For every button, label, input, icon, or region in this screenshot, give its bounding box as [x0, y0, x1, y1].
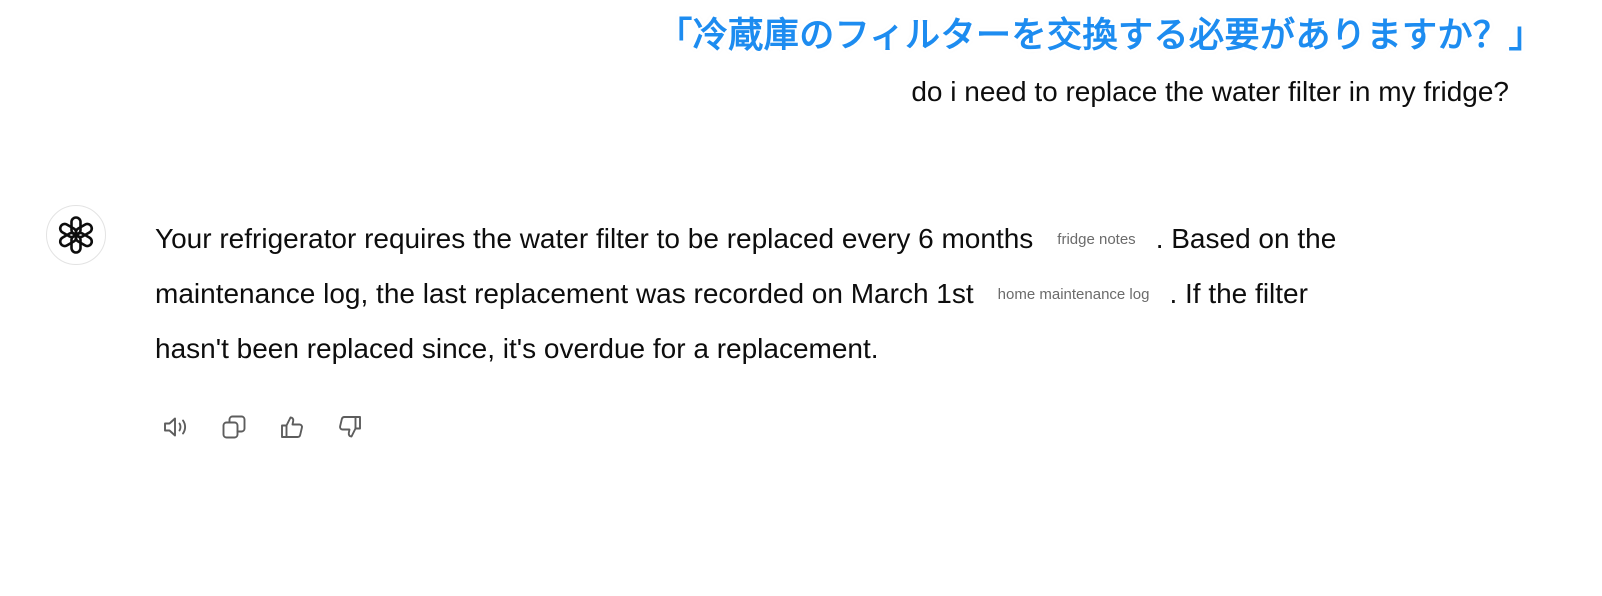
user-message: do i need to replace the water filter in…	[911, 76, 1509, 107]
response-line-3: hasn't been replaced since, it's overdue…	[155, 321, 1535, 376]
response-line-1: Your refrigerator requires the water fil…	[155, 211, 1535, 266]
assistant-avatar	[46, 205, 106, 265]
thumbs-up-icon	[281, 416, 303, 438]
message-actions	[158, 409, 368, 445]
copy-button[interactable]	[216, 409, 252, 445]
bad-response-button[interactable]	[332, 409, 368, 445]
copy-icon	[222, 415, 246, 439]
openai-logo-icon	[58, 216, 94, 254]
read-aloud-button[interactable]	[158, 409, 194, 445]
response-text: hasn't been replaced since, it's overdue…	[155, 333, 879, 364]
citation-fridge-notes[interactable]: fridge notes	[1047, 230, 1145, 250]
citation-home-maintenance-log[interactable]: home maintenance log	[988, 285, 1160, 305]
good-response-button[interactable]	[274, 409, 310, 445]
response-text: . Based on the	[1155, 223, 1337, 254]
assistant-response: Your refrigerator requires the water fil…	[155, 211, 1535, 376]
speaker-icon	[164, 417, 187, 437]
thumbs-down-icon	[339, 416, 361, 438]
translation-caption: 「冷蔵庫のフィルターを交換する必要がありますか？」	[657, 16, 1544, 56]
response-text: . If the filter	[1169, 278, 1308, 309]
response-line-2: maintenance log, the last replacement wa…	[155, 266, 1535, 321]
response-text: Your refrigerator requires the water fil…	[155, 223, 1034, 254]
response-text: maintenance log, the last replacement wa…	[155, 278, 974, 309]
